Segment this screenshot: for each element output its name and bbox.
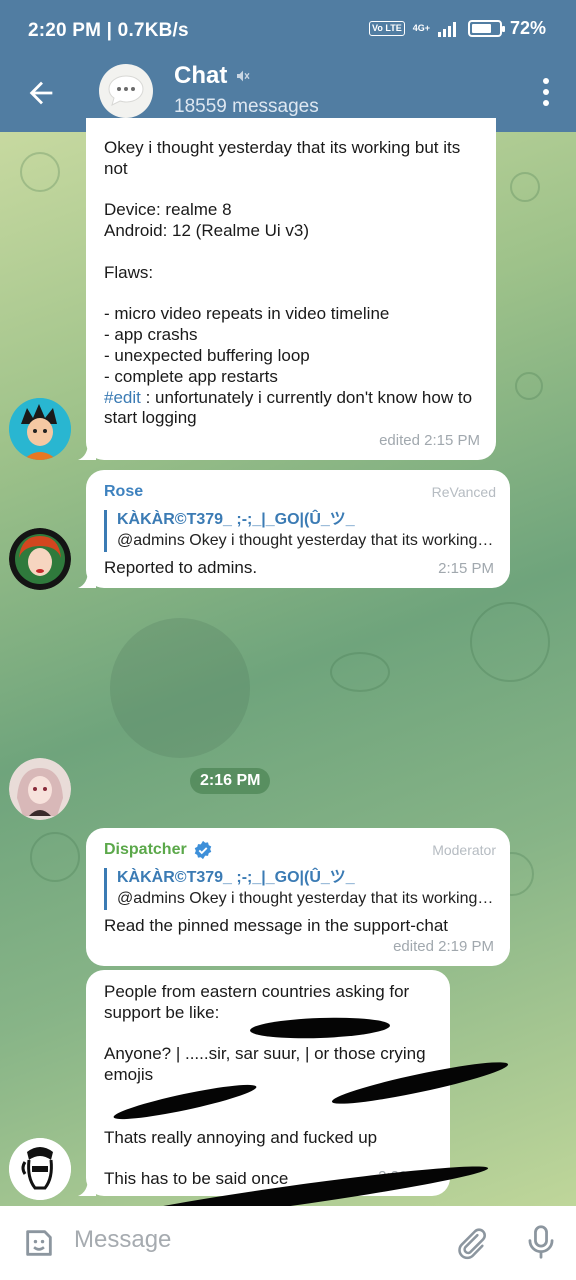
message-input-bar: Message xyxy=(0,1206,576,1280)
reply-text: @admins Okey i thought yesterday that it… xyxy=(117,889,494,907)
user-avatar[interactable] xyxy=(9,528,71,590)
muted-icon xyxy=(237,70,250,82)
reply-sender: KÀKÀR©T379_ ;-;_|_GO|(Û_ツ_ xyxy=(117,511,355,528)
user-avatar[interactable] xyxy=(9,1138,71,1200)
doodle xyxy=(30,832,80,882)
message-text: Okey i thought yesterday that its workin… xyxy=(104,138,461,386)
battery-percent: 72% xyxy=(509,18,546,38)
sender-name[interactable]: Rose xyxy=(104,482,143,503)
sender-role: ReVanced xyxy=(431,484,496,500)
bubble-tail xyxy=(78,1178,96,1196)
doodle xyxy=(330,652,390,692)
doodle xyxy=(470,602,550,682)
sender-name[interactable]: Dispatcher xyxy=(104,840,187,861)
message-time: edited 2:15 PM xyxy=(379,432,480,450)
message-text: Read the pinned message in the support-c… xyxy=(104,916,449,935)
signal-icon xyxy=(437,21,456,37)
timestamp-pill: 2:16 PM xyxy=(190,768,271,794)
message-time: 2:15 PM xyxy=(438,560,494,578)
message-count: 18559 messages xyxy=(174,96,319,117)
status-bar: 2:20 PM | 0.7KB/s Vo LTE 4G+ 72% xyxy=(0,0,576,58)
message-input[interactable]: Message xyxy=(74,1226,171,1254)
message-bubble[interactable]: Rose ReVanced KÀKÀR©T379_ ;-;_|_GO|(Û_ツ_… xyxy=(78,470,510,588)
reply-preview[interactable]: KÀKÀR©T379_ ;-;_|_GO|(Û_ツ_ @admins Okey … xyxy=(104,510,494,552)
bubble-tail xyxy=(78,570,96,588)
hashtag-link[interactable]: #edit xyxy=(104,388,141,407)
reply-sender: KÀKÀR©T379_ ;-;_|_GO|(Û_ツ_ xyxy=(117,869,355,886)
chat-title-text: Chat xyxy=(174,62,228,89)
blurred-avatar-shadow xyxy=(110,618,250,758)
message-text-continued: : unfortunately i currently don't know h… xyxy=(104,387,477,428)
status-time: 2:20 PM | 0.7KB/s xyxy=(28,20,189,41)
doodle xyxy=(510,172,540,202)
chat-title[interactable]: Chat xyxy=(174,62,251,90)
status-icons: Vo LTE 4G+ 72% xyxy=(369,18,546,39)
reply-preview[interactable]: KÀKÀR©T379_ ;-;_|_GO|(Û_ツ_ @admins Okey … xyxy=(104,868,494,910)
message-bubble[interactable]: Okey i thought yesterday that its workin… xyxy=(78,118,496,460)
back-arrow-icon[interactable] xyxy=(24,76,58,110)
sender-row: Dispatcher xyxy=(104,840,213,861)
volte-icon: Vo LTE xyxy=(369,21,405,36)
battery-icon xyxy=(467,20,505,37)
doodle xyxy=(515,372,543,400)
user-avatar[interactable] xyxy=(9,398,71,460)
more-vert-icon[interactable] xyxy=(540,76,552,108)
message-bubble[interactable]: Dispatcher Moderator KÀKÀR©T379_ ;-;_|_G… xyxy=(86,828,510,966)
sender-role: Moderator xyxy=(432,842,496,858)
attach-icon[interactable] xyxy=(454,1226,488,1260)
doodle xyxy=(20,152,60,192)
reply-text: @admins Okey i thought yesterday that it… xyxy=(117,531,494,549)
verified-icon xyxy=(194,841,211,860)
message-time: edited 2:19 PM xyxy=(393,938,494,956)
chat-avatar-icon[interactable] xyxy=(99,64,153,118)
sticker-icon[interactable] xyxy=(22,1226,56,1260)
bubble-tail xyxy=(78,442,96,460)
network-type: 4G+ xyxy=(412,23,430,33)
user-avatar[interactable] xyxy=(9,758,71,820)
microphone-icon[interactable] xyxy=(524,1224,558,1260)
message-text: Reported to admins. xyxy=(104,558,258,577)
